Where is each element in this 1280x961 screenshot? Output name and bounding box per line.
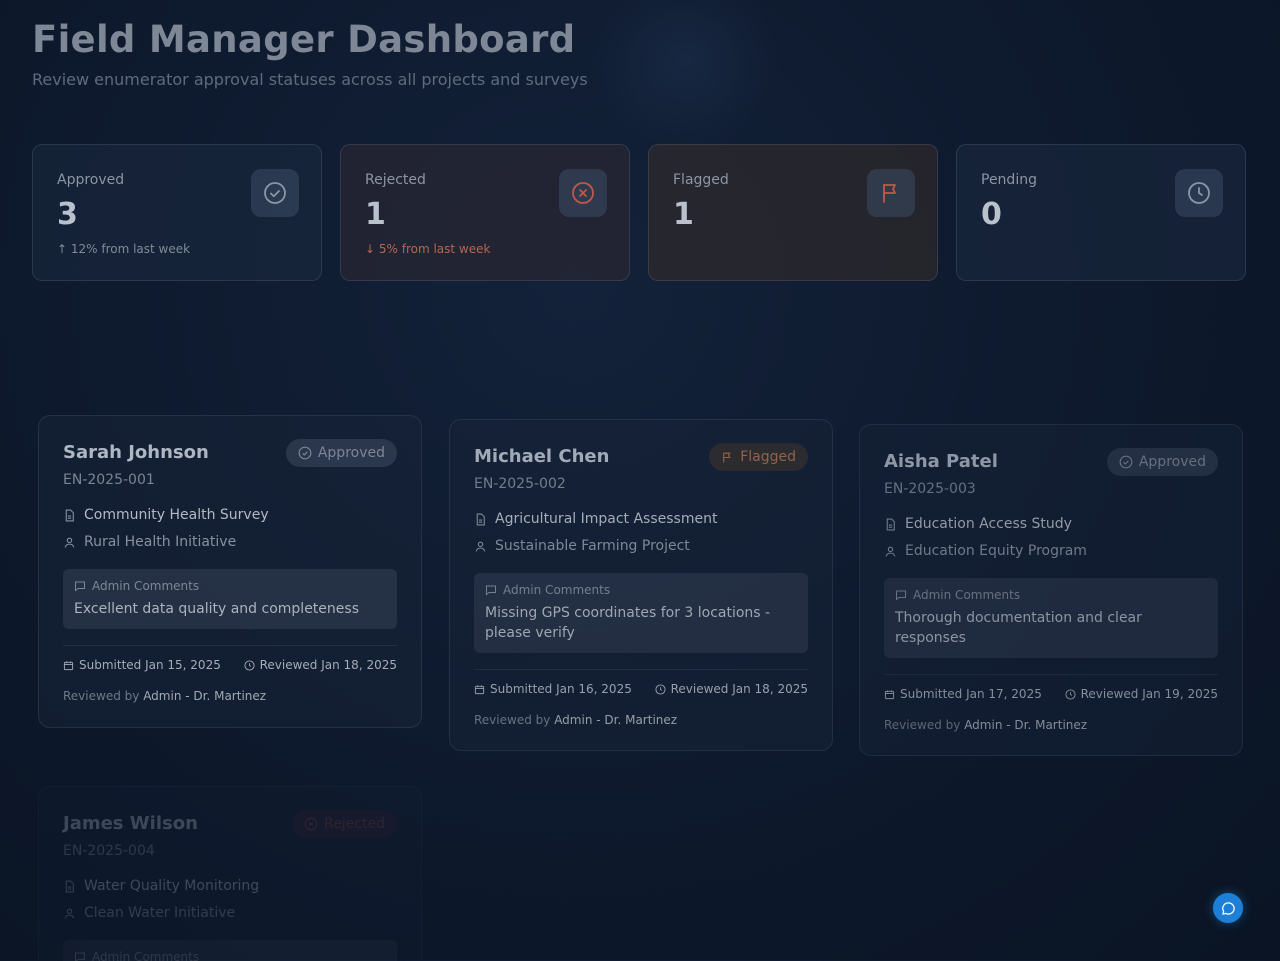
user-icon — [63, 907, 76, 920]
submitted-date: Submitted Jan 16, 2025 — [474, 682, 632, 696]
message-icon — [895, 589, 907, 601]
reviewed-by: Reviewed by Admin - Dr. Martinez — [474, 713, 678, 727]
survey-row: Water Quality Monitoring — [63, 878, 259, 894]
dates-row: Submitted Jan 15, 2025 Reviewed Jan 18, … — [63, 658, 397, 672]
stat-card-pending: Pending 0 — [956, 144, 1246, 281]
reviewed-date: Reviewed Jan 18, 2025 — [244, 658, 397, 672]
calendar-icon — [884, 689, 895, 700]
comment-text: Excellent data quality and completeness — [74, 601, 359, 617]
document-icon — [884, 518, 897, 531]
divider — [474, 669, 808, 670]
flag-icon — [867, 169, 915, 217]
x-circle-icon — [304, 817, 318, 831]
stat-card-approved: Approved 3 ↑ 12% from last week — [32, 144, 322, 281]
admin-comments: Admin Comments Missing GPS coordinates f… — [474, 573, 808, 653]
enumerator-id: EN-2025-002 — [474, 476, 566, 492]
user-icon — [884, 545, 897, 558]
reviewer-name: Admin - Dr. Martinez — [143, 689, 267, 703]
page-subtitle: Review enumerator approval statuses acro… — [32, 70, 588, 89]
project-row: Education Equity Program — [884, 543, 1087, 559]
reviewer-name: Admin - Dr. Martinez — [964, 718, 1088, 732]
stat-value: 1 — [673, 197, 694, 232]
reviewer-name: Admin - Dr. Martinez — [554, 713, 678, 727]
chat-bubble-icon — [1221, 901, 1236, 916]
status-badge: Approved — [285, 439, 397, 467]
divider — [63, 645, 397, 646]
survey-row: Education Access Study — [884, 516, 1072, 532]
stat-label: Rejected — [365, 172, 426, 188]
dates-row: Submitted Jan 16, 2025 Reviewed Jan 18, … — [474, 682, 808, 696]
reviewed-date: Reviewed Jan 18, 2025 — [655, 682, 808, 696]
survey-row: Community Health Survey — [63, 507, 269, 523]
enumerator-card[interactable]: James Wilson Rejected EN-2025-004 Water … — [38, 786, 422, 961]
stat-value: 0 — [981, 197, 1002, 232]
admin-comments: Admin Comments Thorough documentation an… — [884, 578, 1218, 658]
project-row: Sustainable Farming Project — [474, 538, 690, 554]
message-icon — [485, 584, 497, 596]
enumerator-id: EN-2025-004 — [63, 843, 155, 859]
enumerator-id: EN-2025-003 — [884, 481, 976, 497]
enumerator-card[interactable]: Aisha Patel Approved EN-2025-003 Educati… — [859, 424, 1243, 756]
user-icon — [63, 536, 76, 549]
stat-card-rejected: Rejected 1 ↓ 5% from last week — [340, 144, 630, 281]
stat-trend: ↑ 12% from last week — [57, 242, 191, 256]
submitted-date: Submitted Jan 17, 2025 — [884, 687, 1042, 701]
admin-comments: Admin Comments Excellent data quality an… — [63, 569, 397, 629]
enumerator-id: EN-2025-001 — [63, 472, 155, 488]
document-icon — [474, 513, 487, 526]
clock-icon — [1175, 169, 1223, 217]
enumerator-card[interactable]: Michael Chen Flagged EN-2025-002 Agricul… — [449, 419, 833, 751]
check-circle-icon — [251, 169, 299, 217]
clock-icon — [1065, 688, 1076, 700]
enumerator-name: Michael Chen — [474, 446, 610, 467]
message-icon — [74, 580, 86, 592]
calendar-icon — [474, 684, 485, 695]
clock-icon — [655, 683, 666, 695]
user-icon — [474, 540, 487, 553]
check-circle-icon — [1119, 455, 1133, 469]
reviewed-by: Reviewed by Admin - Dr. Martinez — [63, 689, 267, 703]
page-title: Field Manager Dashboard — [32, 18, 576, 61]
dates-row: Submitted Jan 17, 2025 Reviewed Jan 19, … — [884, 687, 1218, 701]
reviewed-by: Reviewed by Admin - Dr. Martinez — [884, 718, 1088, 732]
divider — [884, 674, 1218, 675]
stat-value: 3 — [57, 197, 78, 232]
enumerator-name: James Wilson — [63, 813, 198, 834]
calendar-icon — [63, 660, 74, 671]
stat-card-flagged: Flagged 1 — [648, 144, 938, 281]
clock-icon — [244, 659, 255, 671]
admin-comments: Admin Comments — [63, 940, 397, 961]
enumerator-name: Aisha Patel — [884, 451, 998, 472]
stat-value: 1 — [365, 197, 386, 232]
stat-trend: ↓ 5% from last week — [365, 242, 491, 256]
flag-icon — [721, 451, 734, 464]
stat-label: Approved — [57, 172, 125, 188]
project-row: Clean Water Initiative — [63, 905, 235, 921]
enumerator-card[interactable]: Sarah Johnson Approved EN-2025-001 Commu… — [38, 415, 422, 728]
comment-text: Missing GPS coordinates for 3 locations … — [485, 605, 771, 641]
document-icon — [63, 880, 76, 893]
chat-button[interactable] — [1213, 893, 1243, 923]
enumerator-name: Sarah Johnson — [63, 442, 209, 463]
background-glow — [590, 0, 780, 150]
comment-text: Thorough documentation and clear respons… — [895, 610, 1142, 646]
project-row: Rural Health Initiative — [63, 534, 236, 550]
status-badge: Rejected — [292, 810, 397, 838]
survey-row: Agricultural Impact Assessment — [474, 511, 717, 527]
stat-label: Flagged — [673, 172, 729, 188]
reviewed-date: Reviewed Jan 19, 2025 — [1065, 687, 1218, 701]
x-circle-icon — [559, 169, 607, 217]
stat-label: Pending — [981, 172, 1037, 188]
check-circle-icon — [298, 446, 312, 460]
document-icon — [63, 509, 76, 522]
status-badge: Flagged — [709, 443, 808, 471]
status-badge: Approved — [1106, 448, 1218, 476]
submitted-date: Submitted Jan 15, 2025 — [63, 658, 221, 672]
